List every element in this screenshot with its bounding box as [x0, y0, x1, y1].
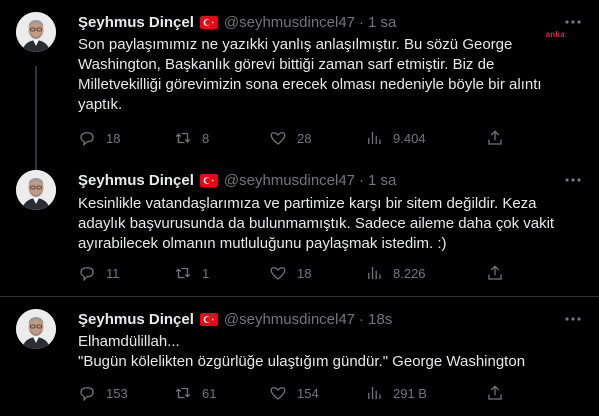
views-button[interactable]: 9.404: [365, 129, 426, 147]
tweet-actions: 153 61 154 291 B: [78, 383, 558, 403]
separator-dot: ·: [359, 171, 365, 189]
reply-icon: [80, 132, 94, 147]
like-button[interactable]: 28: [269, 129, 311, 147]
reply-icon: [80, 387, 94, 402]
reply-count: 18: [106, 130, 121, 146]
reply-button[interactable]: 153: [78, 384, 128, 402]
reply-count: 153: [106, 385, 128, 401]
reply-button[interactable]: 11: [78, 264, 120, 282]
retweet-button[interactable]: 1: [174, 264, 209, 282]
separator-dot: ·: [359, 13, 365, 31]
author-name[interactable]: Şeyhmus Dinçel: [78, 311, 194, 328]
like-count: 18: [297, 265, 312, 281]
views-icon: [368, 267, 381, 279]
share-button[interactable]: [486, 384, 504, 402]
more-icon[interactable]: [563, 309, 583, 329]
tweet-header: Şeyhmus Dinçel @seyhmusdincel47 · 1 sa: [78, 12, 396, 32]
tweet-text: Kesinlikle vatandaşlarımıza ve partimize…: [78, 195, 555, 252]
tweet-actions: 18 8 28 9.404: [78, 128, 558, 148]
share-button[interactable]: [486, 264, 504, 282]
views-icon: [368, 387, 381, 399]
like-icon: [270, 387, 286, 400]
views-icon: [368, 132, 381, 144]
share-button[interactable]: [486, 129, 504, 147]
like-count: 28: [297, 130, 312, 146]
more-icon[interactable]: [563, 12, 583, 32]
author-handle[interactable]: @seyhmusdincel47: [224, 311, 355, 328]
view-count: 291 B: [393, 385, 427, 401]
share-icon: [488, 130, 502, 145]
like-icon: [270, 267, 286, 280]
like-button[interactable]: 154: [269, 384, 319, 402]
turkish-flag-icon: [199, 15, 218, 29]
author-handle[interactable]: @seyhmusdincel47: [224, 14, 355, 31]
share-icon: [488, 265, 502, 280]
views-button[interactable]: 8.226: [365, 264, 426, 282]
tweet-2[interactable]: Şeyhmus Dinçel @seyhmusdincel47 · 1 sa K…: [0, 158, 599, 297]
tweet-text: Elhamdülillah... "Bugün kölelikten özgür…: [78, 333, 526, 370]
tweet-time[interactable]: 1 sa: [368, 14, 396, 31]
like-count: 154: [297, 385, 319, 401]
more-icon[interactable]: [563, 170, 583, 190]
tweet-1[interactable]: Şeyhmus Dinçel @seyhmusdincel47 · 1 sa a…: [0, 0, 599, 158]
avatar[interactable]: [16, 170, 56, 210]
separator-dot: ·: [359, 310, 365, 328]
retweet-count: 61: [202, 385, 217, 401]
author-name[interactable]: Şeyhmus Dinçel: [78, 14, 194, 31]
tweet-time[interactable]: 1 sa: [368, 172, 396, 189]
tweet-3[interactable]: Şeyhmus Dinçel @seyhmusdincel47 · 18s El…: [0, 297, 599, 416]
retweet-icon: [175, 132, 191, 144]
retweet-count: 8: [202, 130, 210, 146]
avatar[interactable]: [16, 309, 56, 349]
tweet-time[interactable]: 18s: [368, 311, 392, 328]
tweet-text: Son paylaşımımız ne yazıkki yanlış anlaş…: [78, 36, 542, 113]
author-handle[interactable]: @seyhmusdincel47: [224, 172, 355, 189]
retweet-icon: [175, 387, 191, 399]
share-icon: [488, 385, 502, 400]
retweet-button[interactable]: 61: [174, 384, 216, 402]
retweet-count: 1: [202, 265, 210, 281]
views-button[interactable]: 291 B: [365, 384, 427, 402]
tweet-header: Şeyhmus Dinçel @seyhmusdincel47 · 1 sa: [78, 170, 396, 190]
retweet-button[interactable]: 8: [174, 129, 209, 147]
tweet-actions: 11 1 18 8.226: [78, 263, 558, 283]
reply-icon: [80, 267, 94, 282]
retweet-icon: [175, 267, 191, 279]
view-count: 9.404: [393, 130, 426, 146]
reply-button[interactable]: 18: [78, 129, 120, 147]
avatar[interactable]: [16, 12, 56, 52]
turkish-flag-icon: [199, 173, 218, 187]
author-name[interactable]: Şeyhmus Dinçel: [78, 172, 194, 189]
tweet-header: Şeyhmus Dinçel @seyhmusdincel47 · 18s: [78, 309, 392, 329]
like-icon: [270, 132, 286, 145]
like-button[interactable]: 18: [269, 264, 311, 282]
turkish-flag-icon: [199, 312, 218, 326]
view-count: 8.226: [393, 265, 426, 281]
tweet-feed: Şeyhmus Dinçel @seyhmusdincel47 · 1 sa a…: [0, 0, 599, 416]
reply-count: 11: [106, 265, 120, 281]
